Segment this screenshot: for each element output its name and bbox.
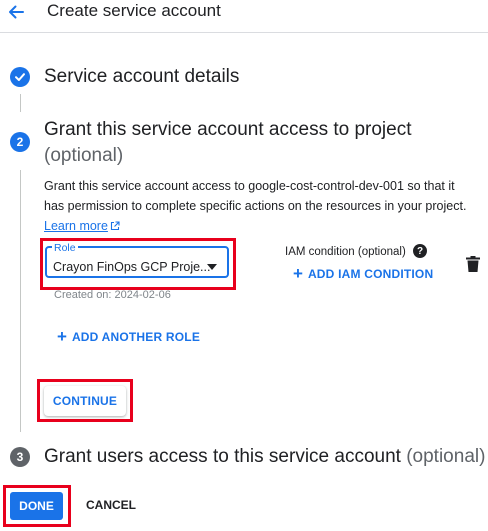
add-iam-condition-button[interactable]: + ADD IAM CONDITION [293, 265, 433, 282]
add-another-role-button[interactable]: + ADD ANOTHER ROLE [57, 328, 200, 345]
help-icon[interactable]: ? [413, 244, 427, 258]
plus-icon: + [293, 264, 303, 283]
dropdown-caret-icon[interactable] [207, 264, 217, 270]
add-iam-condition-label: ADD IAM CONDITION [307, 266, 434, 281]
cancel-button[interactable]: CANCEL [86, 498, 136, 512]
page-title: Create service account [47, 1, 221, 20]
step1-title[interactable]: Service account details [44, 66, 239, 88]
back-arrow-icon[interactable] [6, 2, 26, 22]
role-label: Role [52, 242, 78, 254]
role-value[interactable]: Crayon FinOps GCP Proje... [53, 260, 210, 274]
step3-header[interactable]: Grant users access to this service accou… [44, 446, 485, 468]
iam-condition-label: IAM condition (optional) [285, 246, 406, 258]
add-another-role-label: ADD ANOTHER ROLE [71, 329, 201, 344]
continue-label: CONTINUE [52, 394, 118, 408]
role-created-date: Created on: 2024-02-06 [54, 289, 171, 301]
step2-description: Grant this service account access to goo… [44, 176, 476, 236]
step3-title: Grant users access to this service accou… [44, 446, 401, 467]
description-text: Grant this service account access to goo… [44, 179, 467, 213]
done-button[interactable]: DONE [10, 492, 63, 520]
step-connector [20, 94, 21, 112]
step2-title: Grant this service account access to pro… [44, 119, 412, 140]
step-complete-check [10, 67, 30, 87]
check-icon [15, 73, 25, 81]
step3-number: 3 [10, 447, 30, 467]
step3-optional: (optional) [406, 446, 486, 467]
learn-more-link[interactable]: Learn more [44, 219, 120, 233]
step2-optional: (optional) [44, 145, 124, 166]
open-in-new-icon [110, 221, 120, 231]
step2-number: 2 [10, 132, 30, 152]
continue-button[interactable]: CONTINUE [44, 386, 126, 416]
plus-icon: + [57, 327, 67, 346]
step-connector [20, 170, 21, 432]
trash-icon[interactable] [466, 256, 480, 272]
